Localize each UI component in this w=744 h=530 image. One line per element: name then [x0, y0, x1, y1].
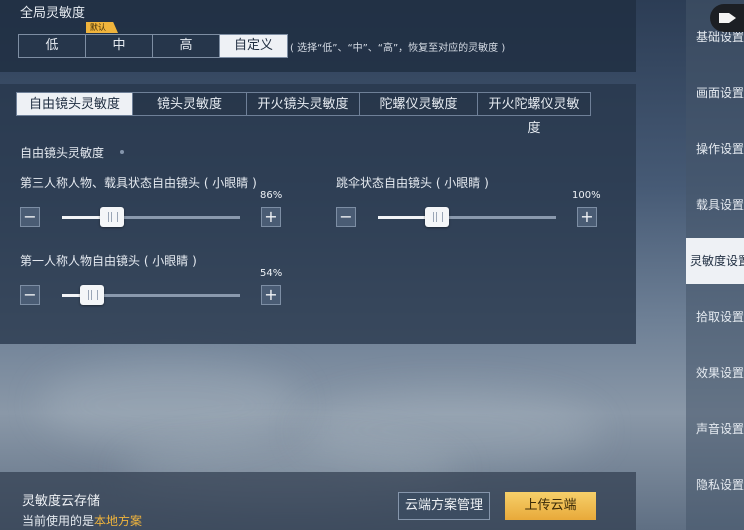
- current-scheme-value: 本地方案: [94, 514, 143, 528]
- slider-value-first-person: 54%: [260, 268, 283, 279]
- preset-hint: ( 选择“低”、“中”、“高”，恢复至对应的灵敏度 ): [290, 43, 506, 54]
- global-sensitivity-panel: 全局灵敏度 低 中 高 自定义 默认 ( 选择“低”、“中”、“高”，恢复至对应…: [0, 0, 636, 72]
- preset-selector: 低 中 高 自定义: [18, 34, 288, 58]
- slider-label-first-person: 第一人称人物自由镜头 ( 小眼睛 ): [20, 254, 197, 268]
- section-title: 自由镜头灵敏度: [20, 146, 105, 160]
- sidebar-item-graphics[interactable]: 画面设置: [686, 70, 744, 116]
- sidebar-item-pickup[interactable]: 拾取设置: [686, 294, 744, 340]
- preset-high[interactable]: 高: [153, 35, 220, 57]
- tab-gyroscope[interactable]: 陀螺仪灵敏度: [360, 92, 478, 116]
- cloud-storage-title: 灵敏度云存储: [22, 494, 101, 509]
- record-icon[interactable]: [710, 4, 744, 32]
- sidebar-item-controls[interactable]: 操作设置: [686, 126, 744, 172]
- slider-label-parachute: 跳伞状态自由镜头 ( 小眼睛 ): [336, 176, 489, 190]
- current-scheme-text: 当前使用的是本地方案: [22, 512, 142, 529]
- sidebar-item-audio[interactable]: 声音设置: [686, 406, 744, 452]
- sidebar-item-effects[interactable]: 效果设置: [686, 350, 744, 396]
- decrease-button-first-person[interactable]: −: [20, 285, 40, 305]
- slider-thumb-parachute[interactable]: [424, 207, 449, 227]
- sensitivity-panel: 自由镜头灵敏度 镜头灵敏度 开火镜头灵敏度 陀螺仪灵敏度 开火陀螺仪灵敏度 自由…: [0, 84, 636, 344]
- tab-free-camera[interactable]: 自由镜头灵敏度: [16, 92, 133, 116]
- slider-track-first-person[interactable]: [62, 285, 240, 305]
- tab-fire-camera[interactable]: 开火镜头灵敏度: [247, 92, 360, 116]
- decrease-button-parachute[interactable]: −: [336, 207, 356, 227]
- section-dot-icon: [120, 150, 124, 154]
- sensitivity-tabs: 自由镜头灵敏度 镜头灵敏度 开火镜头灵敏度 陀螺仪灵敏度 开火陀螺仪灵敏度: [16, 92, 591, 136]
- sidebar-item-sensitivity[interactable]: 灵敏度设置: [686, 238, 744, 284]
- cloud-manage-button[interactable]: 云端方案管理: [398, 492, 490, 520]
- current-scheme-prefix: 当前使用的是: [22, 514, 95, 528]
- increase-button-parachute[interactable]: +: [577, 207, 597, 227]
- cloud-storage-panel: 灵敏度云存储 当前使用的是本地方案 云端方案管理 上传云端: [0, 472, 636, 530]
- preset-low[interactable]: 低: [19, 35, 86, 57]
- slider-track-parachute[interactable]: [378, 207, 556, 227]
- slider-thumb-third-person[interactable]: [99, 207, 124, 227]
- tab-fire-gyroscope[interactable]: 开火陀螺仪灵敏度: [478, 92, 591, 136]
- upload-cloud-button[interactable]: 上传云端: [505, 492, 596, 520]
- slider-value-parachute: 100%: [572, 190, 601, 201]
- preset-custom[interactable]: 自定义: [220, 35, 287, 57]
- slider-label-third-person: 第三人称人物、载具状态自由镜头 ( 小眼睛 ): [20, 176, 257, 190]
- increase-button-first-person[interactable]: +: [261, 285, 281, 305]
- record-play-icon: [729, 13, 736, 23]
- slider-track-third-person[interactable]: [62, 207, 240, 227]
- decrease-button-third-person[interactable]: −: [20, 207, 40, 227]
- background-cloud: [40, 360, 300, 450]
- default-badge: 默认: [86, 22, 118, 33]
- global-sensitivity-title: 全局灵敏度: [20, 6, 86, 21]
- settings-sidebar: 基础设置 画面设置 操作设置 载具设置 灵敏度设置 拾取设置 效果设置 声音设置…: [686, 0, 744, 530]
- tab-camera[interactable]: 镜头灵敏度: [133, 92, 247, 116]
- record-square-icon: [719, 13, 729, 23]
- sidebar-item-vehicle[interactable]: 载具设置: [686, 182, 744, 228]
- increase-button-third-person[interactable]: +: [261, 207, 281, 227]
- slider-thumb-first-person[interactable]: [80, 285, 105, 305]
- sidebar-item-privacy[interactable]: 隐私设置: [686, 462, 744, 508]
- slider-value-third-person: 86%: [260, 190, 283, 201]
- preset-medium[interactable]: 中: [86, 35, 153, 57]
